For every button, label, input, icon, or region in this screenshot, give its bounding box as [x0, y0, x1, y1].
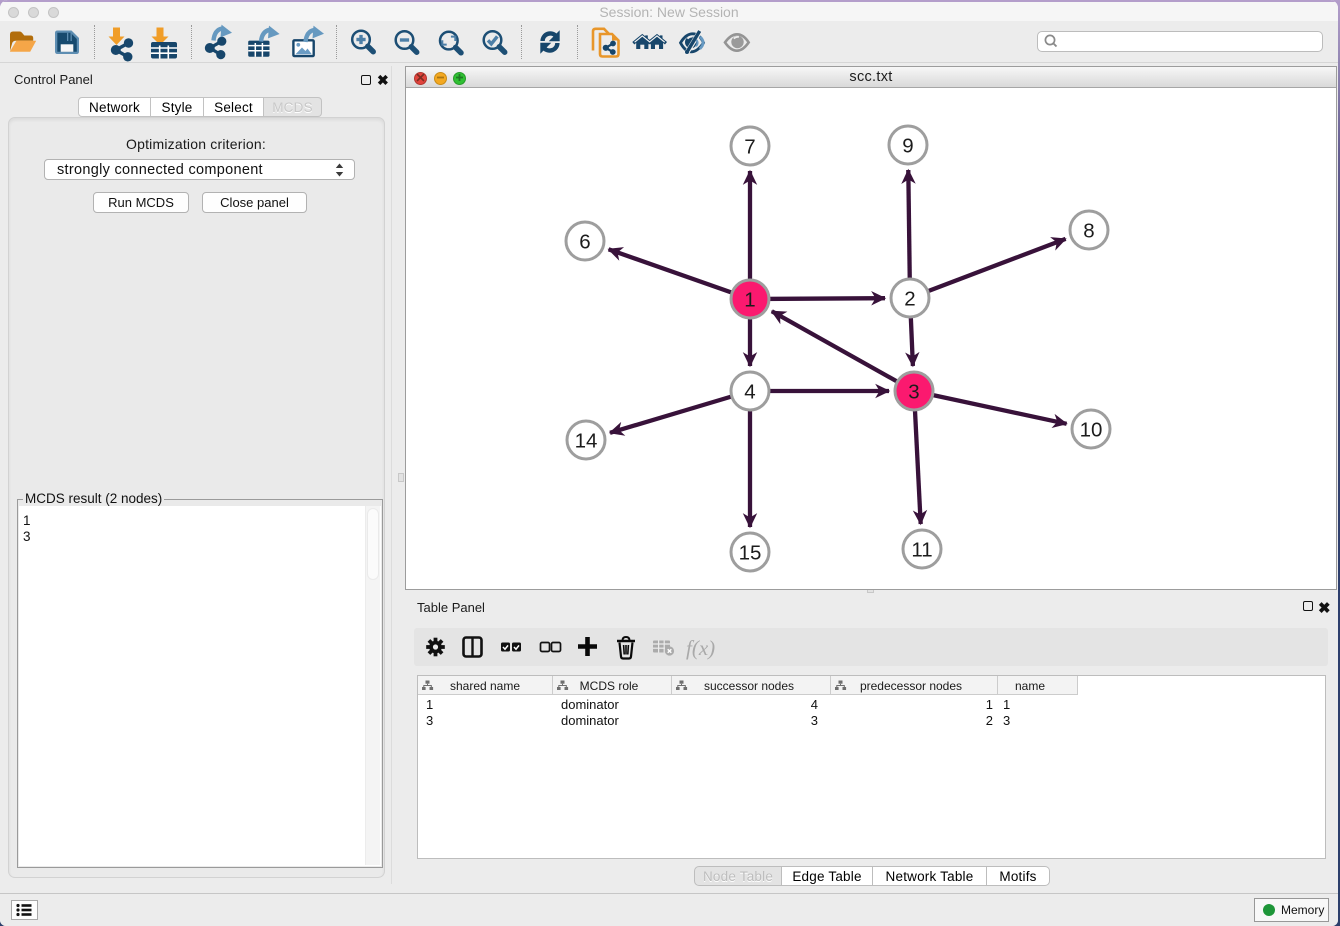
svg-text:6: 6	[579, 231, 590, 254]
svg-text:4: 4	[744, 381, 755, 404]
svg-text:7: 7	[744, 136, 755, 159]
svg-text:11: 11	[911, 539, 932, 562]
svg-text:8: 8	[1083, 220, 1094, 243]
svg-text:15: 15	[739, 542, 762, 565]
svg-text:9: 9	[902, 135, 913, 158]
svg-text:3: 3	[908, 381, 919, 404]
svg-text:2: 2	[904, 288, 915, 311]
svg-text:f(x): f(x)	[686, 636, 715, 660]
svg-text:14: 14	[575, 430, 598, 453]
svg-text:Memory: Memory	[1281, 903, 1324, 917]
svg-text:10: 10	[1080, 419, 1103, 442]
svg-text:1: 1	[744, 289, 755, 312]
